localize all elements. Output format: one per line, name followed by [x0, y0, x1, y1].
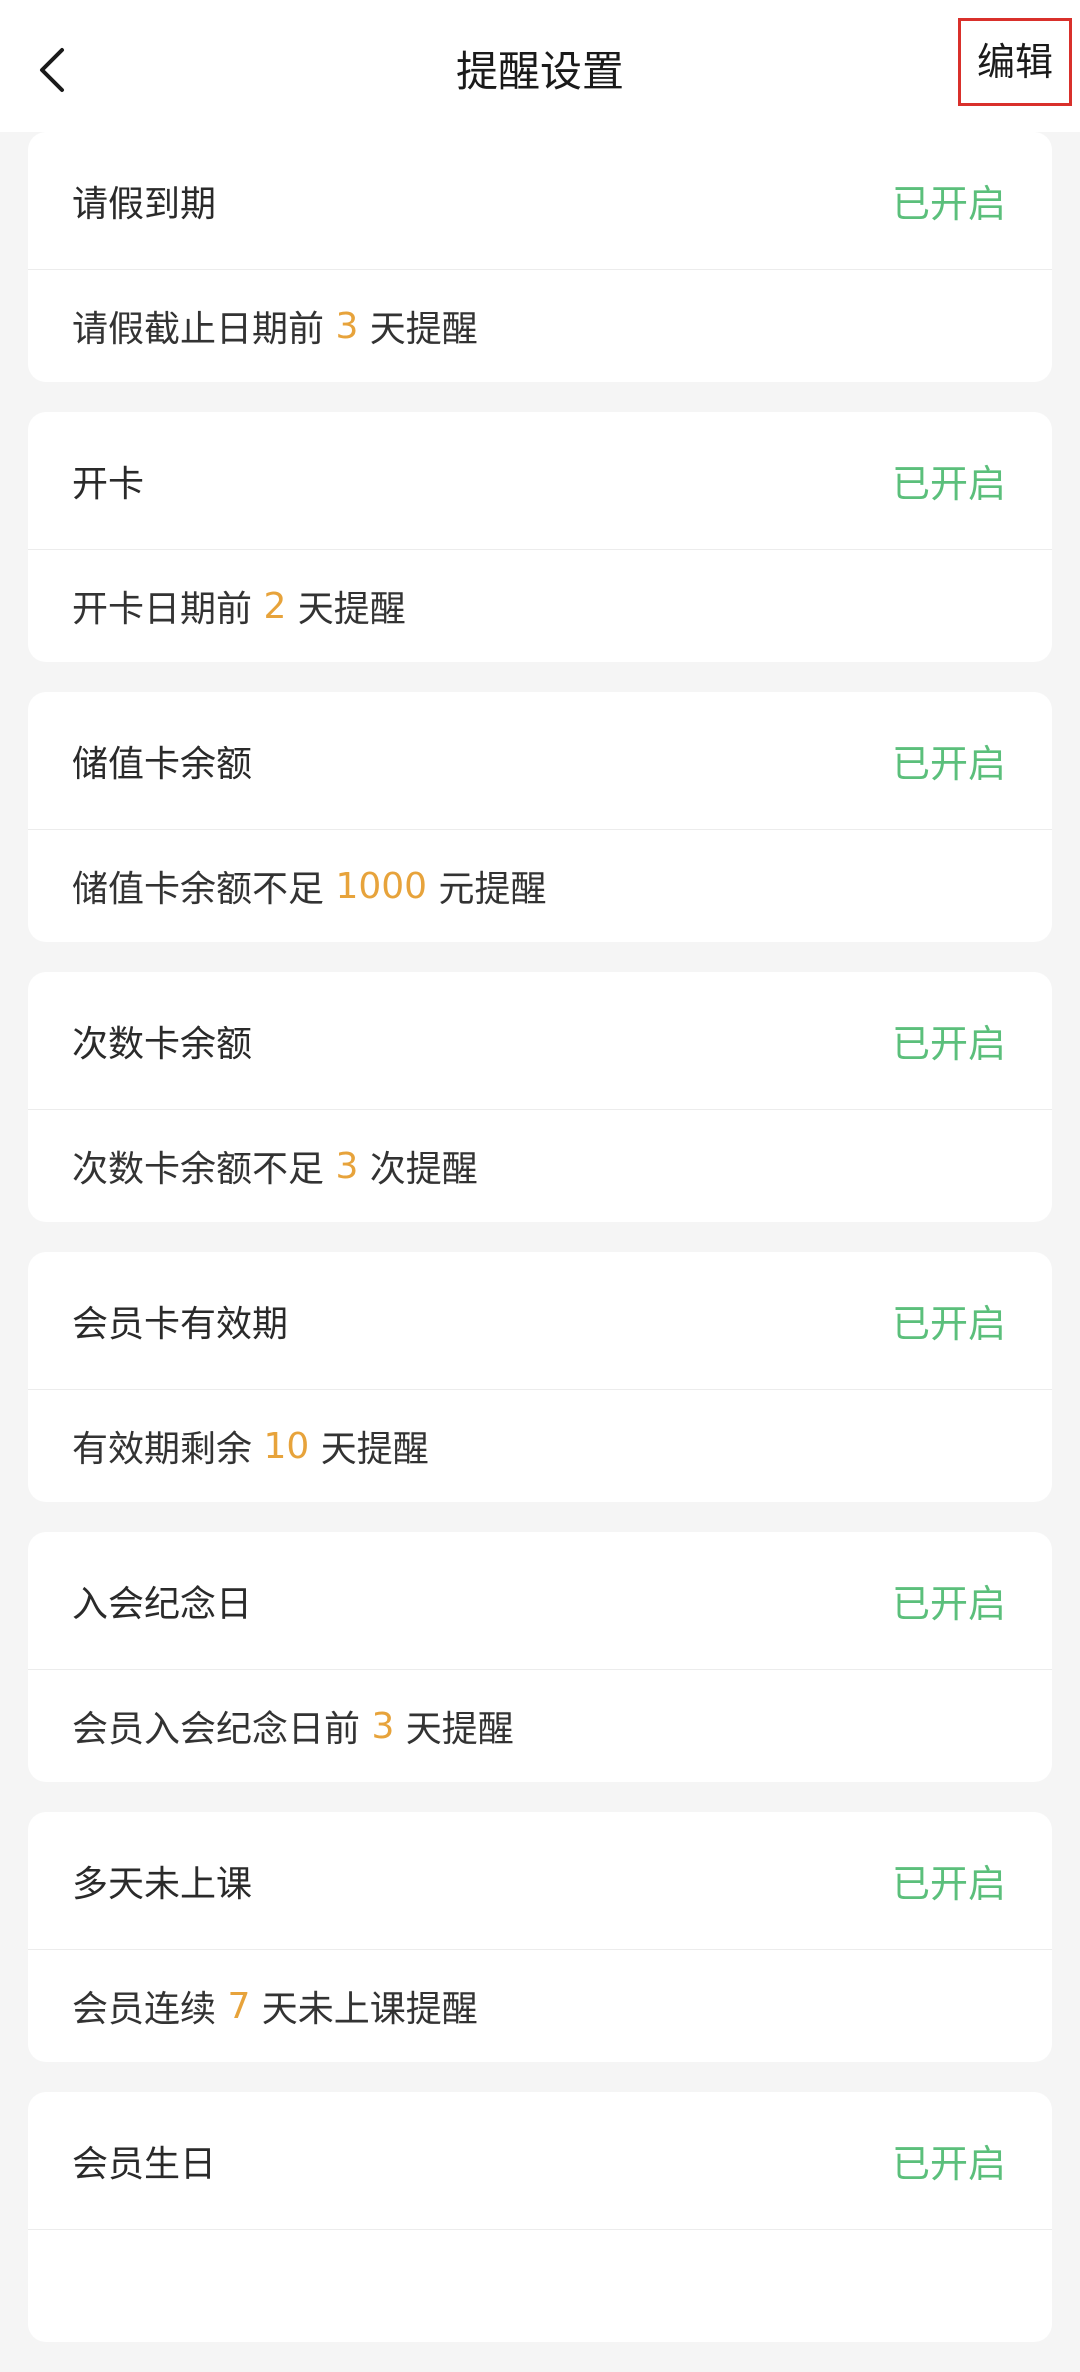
reminder-name: 请假到期 [72, 183, 217, 225]
status-label: 已开启 [891, 1022, 1006, 1066]
reminder-description: 会员连续 7 天未上课提醒 [28, 1950, 1052, 2062]
description-text: 元提醒 [427, 869, 547, 910]
reminder-card: 开卡 已开启 开卡日期前 2 天提醒 [28, 412, 1052, 662]
reminder-card: 次数卡余额 已开启 次数卡余额不足 3 次提醒 [28, 972, 1052, 1222]
description-text: 会员入会纪念日前 [72, 1709, 372, 1750]
reminder-card: 会员卡有效期 已开启 有效期剩余 10 天提醒 [28, 1252, 1052, 1502]
reminder-name: 会员卡有效期 [72, 1303, 289, 1345]
reminder-card: 会员生日 已开启 [28, 2092, 1052, 2342]
reminder-row[interactable]: 会员生日 已开启 [28, 2092, 1052, 2230]
reminder-name: 开卡 [72, 463, 145, 505]
reminder-value: 3 [335, 305, 359, 347]
status-label: 已开启 [891, 2142, 1006, 2186]
reminder-name: 多天未上课 [72, 1863, 253, 1905]
reminder-description: 储值卡余额不足 1000 元提醒 [28, 830, 1052, 942]
status-label: 已开启 [891, 182, 1006, 226]
status-label: 已开启 [891, 742, 1006, 786]
description-text: 天提醒 [309, 1429, 429, 1470]
reminder-value: 3 [335, 1145, 359, 1187]
reminder-row[interactable]: 会员卡有效期 已开启 [28, 1252, 1052, 1390]
reminder-card: 请假到期 已开启 请假截止日期前 3 天提醒 [28, 132, 1052, 382]
description-text: 天提醒 [394, 1709, 514, 1750]
reminder-description: 有效期剩余 10 天提醒 [28, 1390, 1052, 1502]
description-text: 有效期剩余 [72, 1429, 264, 1470]
reminder-row[interactable]: 请假到期 已开启 [28, 132, 1052, 270]
reminder-value: 7 [227, 1985, 251, 2027]
reminder-row[interactable]: 次数卡余额 已开启 [28, 972, 1052, 1110]
reminder-description: 请假截止日期前 3 天提醒 [28, 270, 1052, 382]
description-text: 天提醒 [286, 589, 406, 630]
reminder-description: 开卡日期前 2 天提醒 [28, 550, 1052, 662]
reminder-description [28, 2230, 1052, 2342]
reminder-row[interactable]: 入会纪念日 已开启 [28, 1532, 1052, 1670]
description-text: 请假截止日期前 [72, 309, 336, 350]
reminder-row[interactable]: 储值卡余额 已开启 [28, 692, 1052, 830]
reminder-description: 次数卡余额不足 3 次提醒 [28, 1110, 1052, 1222]
status-label: 已开启 [891, 1302, 1006, 1346]
reminder-name: 次数卡余额 [72, 1023, 253, 1065]
reminder-value: 1000 [335, 865, 428, 907]
description-text: 次提醒 [358, 1149, 478, 1190]
reminder-value: 2 [263, 585, 287, 627]
reminder-card: 多天未上课 已开启 会员连续 7 天未上课提醒 [28, 1812, 1052, 2062]
status-label: 已开启 [891, 1582, 1006, 1626]
reminder-card: 储值卡余额 已开启 储值卡余额不足 1000 元提醒 [28, 692, 1052, 942]
reminder-name: 会员生日 [72, 2143, 217, 2185]
reminder-card: 入会纪念日 已开启 会员入会纪念日前 3 天提醒 [28, 1532, 1052, 1782]
top-bar: 提醒设置 编辑 [0, 0, 1080, 132]
reminder-value: 10 [263, 1425, 310, 1467]
reminder-description: 会员入会纪念日前 3 天提醒 [28, 1670, 1052, 1782]
description-text: 储值卡余额不足 [72, 869, 336, 910]
edit-button[interactable]: 编辑 [958, 18, 1072, 106]
reminder-row[interactable]: 多天未上课 已开启 [28, 1812, 1052, 1950]
status-label: 已开启 [891, 1862, 1006, 1906]
description-text: 会员连续 [72, 1989, 228, 2030]
reminder-name: 储值卡余额 [72, 743, 253, 785]
reminder-list: 请假到期 已开启 请假截止日期前 3 天提醒 开卡 已开启 开卡日期前 2 天提… [28, 132, 1052, 2372]
status-label: 已开启 [891, 462, 1006, 506]
description-text: 天未上课提醒 [250, 1989, 478, 2030]
page-title: 提醒设置 [455, 47, 624, 96]
description-text: 次数卡余额不足 [72, 1149, 336, 1190]
reminder-row[interactable]: 开卡 已开启 [28, 412, 1052, 550]
reminder-name: 入会纪念日 [72, 1583, 253, 1625]
description-text: 开卡日期前 [72, 589, 264, 630]
description-text: 天提醒 [358, 309, 478, 350]
reminder-value: 3 [371, 1705, 395, 1747]
